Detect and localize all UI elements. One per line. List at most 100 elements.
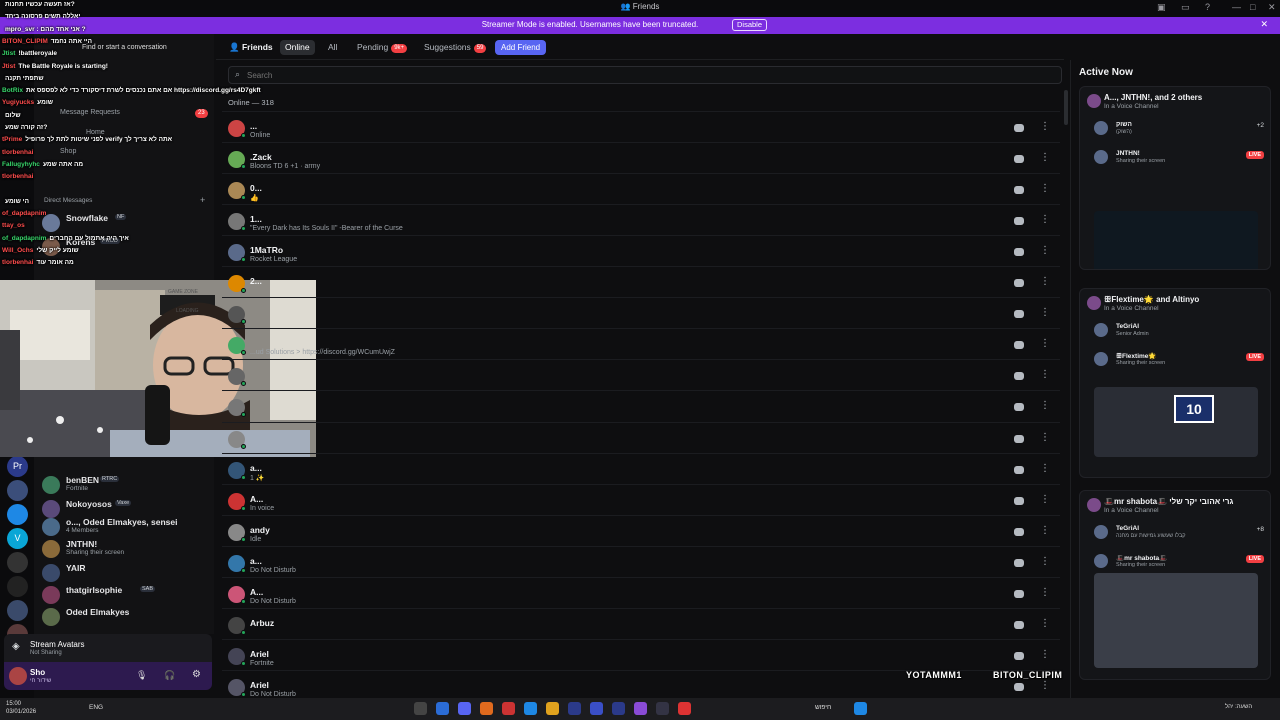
friend-row[interactable]: ⋮ bbox=[222, 421, 1060, 453]
friend-row[interactable]: a... Do Not Disturb ⋮ bbox=[222, 545, 1060, 577]
taskbar-app-icon[interactable] bbox=[546, 702, 559, 715]
message-icon[interactable] bbox=[1014, 496, 1024, 505]
stream-preview[interactable] bbox=[1094, 211, 1258, 269]
inbox-icon[interactable]: ▣ bbox=[1157, 2, 1166, 13]
friend-row[interactable]: ⋮ bbox=[222, 359, 1060, 390]
tab-all[interactable]: All bbox=[323, 40, 342, 55]
voice-member[interactable]: TeGriAl Senior Admin bbox=[1094, 321, 1264, 341]
voice-member[interactable]: השוק (השוק) +2 bbox=[1094, 119, 1264, 139]
friends-scrollbar[interactable] bbox=[1064, 90, 1068, 125]
close-icon[interactable]: ✕ bbox=[1268, 2, 1276, 13]
more-options-icon[interactable]: ⋮ bbox=[1040, 680, 1050, 691]
stream-preview[interactable] bbox=[1094, 573, 1258, 668]
message-icon[interactable] bbox=[1014, 651, 1024, 660]
message-icon[interactable] bbox=[1014, 217, 1024, 226]
more-options-icon[interactable]: ⋮ bbox=[1040, 338, 1050, 349]
message-icon[interactable] bbox=[1014, 248, 1024, 257]
message-icon[interactable] bbox=[1014, 310, 1024, 319]
taskbar-app-icon[interactable] bbox=[480, 702, 493, 715]
more-options-icon[interactable]: ⋮ bbox=[1040, 556, 1050, 567]
friend-row[interactable]: ⋮ bbox=[222, 297, 1060, 328]
tab-suggestions[interactable]: Suggestions 59 bbox=[419, 40, 491, 55]
dm-item[interactable]: benBEN RTRC Fortnite bbox=[42, 474, 208, 498]
message-icon[interactable] bbox=[1014, 124, 1024, 132]
dm-item[interactable]: Oded Elmakyes bbox=[42, 606, 208, 630]
taskbar-app-icon[interactable] bbox=[656, 702, 669, 715]
voice-member[interactable]: ꕥFlextime🌟 Sharing their screen LIVE bbox=[1094, 350, 1264, 370]
more-options-icon[interactable]: ⋮ bbox=[1040, 649, 1050, 660]
more-options-icon[interactable]: ⋮ bbox=[1040, 400, 1050, 411]
message-icon[interactable] bbox=[1014, 434, 1024, 443]
friend-row[interactable]: 1MaTRo Rocket League ⋮ bbox=[222, 235, 1060, 266]
friend-row[interactable]: a... 1 ✨ ⋮ bbox=[222, 452, 1060, 484]
taskbar-app-icon[interactable] bbox=[678, 702, 691, 715]
message-icon[interactable] bbox=[1014, 558, 1024, 567]
taskbar-app-icon[interactable] bbox=[524, 702, 537, 715]
stream-avatars-activity[interactable]: ◈ Stream Avatars Not Sharing bbox=[4, 634, 212, 662]
tab-pending[interactable]: Pending 9k+ bbox=[352, 40, 412, 55]
help-icon[interactable]: ? bbox=[1205, 2, 1210, 12]
message-icon[interactable] bbox=[1014, 589, 1024, 598]
taskbar-search[interactable]: חיפוש bbox=[815, 704, 831, 711]
friend-row[interactable]: Arbuz ⋮ bbox=[222, 607, 1060, 639]
stream-preview[interactable]: 10No permission bbox=[1094, 387, 1258, 457]
message-icon[interactable] bbox=[1014, 186, 1024, 195]
dm-item[interactable]: thatgirlsophie SAB bbox=[42, 584, 208, 608]
banner-close-icon[interactable]: ✕ bbox=[1260, 19, 1268, 30]
friend-row[interactable]: 2... ⋮ bbox=[222, 266, 1060, 297]
settings-gear-icon[interactable]: ⚙ bbox=[192, 669, 201, 680]
more-options-icon[interactable]: ⋮ bbox=[1040, 463, 1050, 474]
current-user[interactable]: Sho שידור חי 🎙 🎧 ⚙ bbox=[4, 662, 212, 690]
friend-row[interactable]: andy Idle ⋮ bbox=[222, 514, 1060, 546]
active-now-card[interactable]: 🎩mr shabota🎩 גרי אהובי יקר שלי In a Voice… bbox=[1079, 490, 1271, 680]
dm-item[interactable]: o..., Oded Elmakyes, sensei 4 Members bbox=[42, 516, 208, 540]
message-icon[interactable] bbox=[1014, 682, 1024, 691]
message-icon[interactable] bbox=[1014, 372, 1024, 381]
screen-icon[interactable]: ▭ bbox=[1181, 2, 1190, 13]
maximize-icon[interactable]: □ bbox=[1250, 2, 1255, 12]
headphones-icon[interactable]: 🎧 bbox=[164, 670, 175, 681]
more-options-icon[interactable]: ⋮ bbox=[1040, 121, 1050, 132]
message-icon[interactable] bbox=[1014, 620, 1024, 629]
microphone-icon[interactable]: 🎙 bbox=[136, 670, 147, 681]
more-options-icon[interactable]: ⋮ bbox=[1040, 245, 1050, 256]
taskbar-app-icon[interactable] bbox=[568, 702, 581, 715]
discord-taskbar-icon[interactable] bbox=[458, 702, 471, 715]
minimize-icon[interactable]: — bbox=[1232, 2, 1241, 12]
taskbar-app-icon[interactable] bbox=[502, 702, 515, 715]
more-options-icon[interactable]: ⋮ bbox=[1040, 214, 1050, 225]
search-input[interactable] bbox=[247, 69, 1047, 82]
active-now-card[interactable]: A..., JNTHN!, and 2 others In a Voice Cha… bbox=[1079, 86, 1271, 270]
add-friend-button[interactable]: Add Friend bbox=[495, 40, 547, 55]
more-options-icon[interactable]: ⋮ bbox=[1040, 183, 1050, 194]
more-options-icon[interactable]: ⋮ bbox=[1040, 525, 1050, 536]
friend-row[interactable]: 1... "Every Dark has Its Souls II" -Beare… bbox=[222, 204, 1060, 235]
friend-row[interactable]: .Zack Bloons TD 6 +1 · army ⋮ bbox=[222, 142, 1060, 173]
message-icon[interactable] bbox=[1014, 403, 1024, 412]
language-indicator[interactable]: ENG bbox=[89, 704, 103, 711]
friend-row[interactable]: Ariel Fortnite ⋮ bbox=[222, 638, 1060, 670]
taskbar-app-icon[interactable] bbox=[612, 702, 625, 715]
disable-button[interactable]: Disable bbox=[732, 19, 768, 31]
more-options-icon[interactable]: ⋮ bbox=[1040, 432, 1050, 443]
friend-row[interactable]: A... In voice ⋮ bbox=[222, 483, 1060, 515]
server-icon[interactable] bbox=[7, 576, 28, 597]
message-icon[interactable] bbox=[1014, 155, 1024, 164]
server-icon[interactable] bbox=[7, 600, 28, 621]
more-options-icon[interactable]: ⋮ bbox=[1040, 369, 1050, 380]
friend-row[interactable]: ⋮ bbox=[222, 390, 1060, 421]
dm-item[interactable]: YAIR bbox=[42, 562, 208, 586]
more-options-icon[interactable]: ⋮ bbox=[1040, 618, 1050, 629]
message-icon[interactable] bbox=[1014, 465, 1024, 474]
dm-item[interactable]: JNTHN! Sharing their screen bbox=[42, 538, 208, 562]
friend-row[interactable]: ... Online ⋮ bbox=[222, 111, 1060, 142]
friend-row[interactable]: ...ud Solutions > https://discord.gg/WCu… bbox=[222, 328, 1060, 359]
more-options-icon[interactable]: ⋮ bbox=[1040, 307, 1050, 318]
more-options-icon[interactable]: ⋮ bbox=[1040, 152, 1050, 163]
taskbar-app-icon[interactable] bbox=[436, 702, 449, 715]
tab-online[interactable]: Online bbox=[280, 40, 315, 55]
message-icon[interactable] bbox=[1014, 527, 1024, 536]
message-icon[interactable] bbox=[1014, 341, 1024, 350]
more-options-icon[interactable]: ⋮ bbox=[1040, 587, 1050, 598]
more-options-icon[interactable]: ⋮ bbox=[1040, 276, 1050, 287]
